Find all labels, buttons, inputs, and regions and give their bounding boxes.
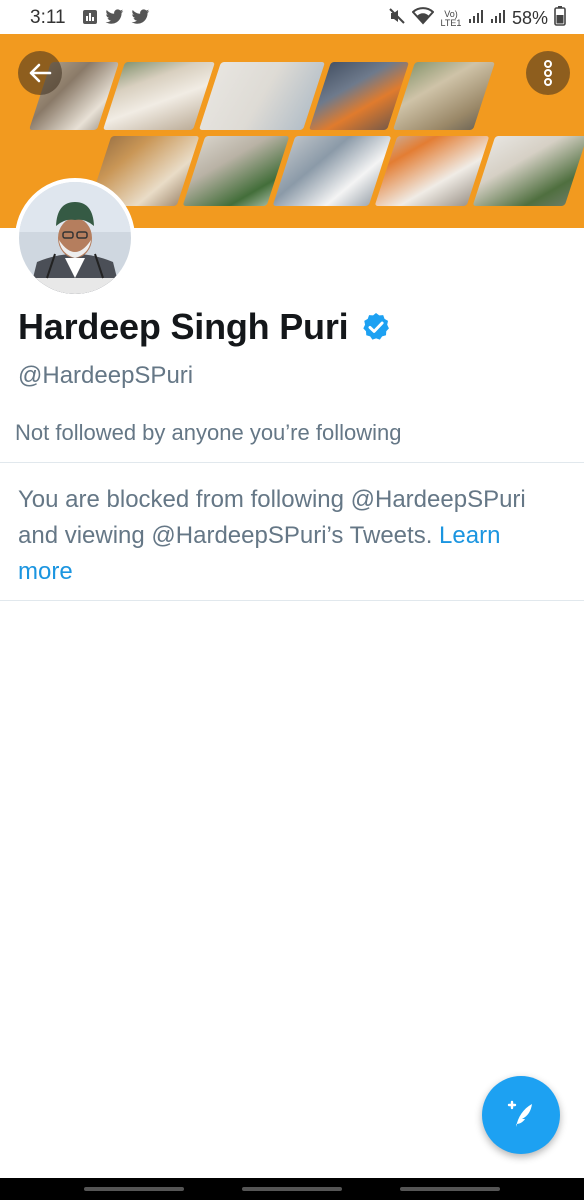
profile-handle: @HardeepSPuri	[18, 362, 194, 389]
status-bar: 3:11 Vo) LTE1 58%	[0, 0, 584, 34]
profile-photo	[19, 182, 131, 294]
followed-by-context: Not followed by anyone you’re following	[15, 420, 402, 445]
volte-icon: Vo) LTE1	[440, 8, 462, 28]
more-vertical-icon	[544, 60, 552, 86]
system-status-icons: Vo) LTE1 58%	[388, 6, 566, 31]
display-name: Hardeep Singh Puri	[18, 306, 349, 347]
twitter-notification-icon	[131, 9, 150, 31]
banner-photo	[102, 62, 216, 130]
banner-photo	[198, 62, 326, 130]
banner-photo	[182, 136, 290, 206]
avatar[interactable]	[15, 178, 135, 298]
nav-recent-apps[interactable]	[84, 1187, 184, 1191]
compose-tweet-button[interactable]	[482, 1076, 560, 1154]
system-navigation-bar	[0, 1178, 584, 1200]
mute-icon	[388, 7, 406, 30]
more-options-button[interactable]	[526, 51, 570, 95]
blocked-notice: You are blocked from following @HardeepS…	[18, 482, 558, 590]
banner-photo	[472, 136, 584, 206]
banner-photo	[392, 62, 496, 130]
divider	[0, 600, 584, 601]
arrow-left-icon	[29, 63, 52, 83]
banner-photo-row	[29, 62, 496, 130]
banner-photo	[374, 136, 490, 206]
nav-home[interactable]	[242, 1187, 342, 1191]
signal-icon	[490, 8, 506, 29]
compose-tweet-icon	[507, 1100, 532, 1127]
banner-photo	[308, 62, 410, 130]
banner-photo-row	[88, 136, 584, 206]
notification-icons	[82, 9, 150, 31]
nav-back[interactable]	[400, 1187, 500, 1191]
twitter-notification-icon	[105, 9, 124, 31]
signal-icon	[468, 8, 484, 29]
banner-photo	[272, 136, 392, 206]
status-time: 3:11	[30, 7, 66, 28]
gallery-notification-icon	[82, 9, 98, 31]
back-button[interactable]	[18, 51, 62, 95]
name-row: Hardeep Singh Puri	[18, 306, 392, 348]
wifi-icon	[411, 7, 435, 30]
battery-icon	[554, 6, 566, 31]
divider	[0, 462, 584, 463]
verified-badge-icon	[363, 313, 390, 340]
battery-percent: 58%	[511, 8, 548, 28]
profile-screen: 3:11 Vo) LTE1 58% Hardeep Singh Puri @Ha…	[0, 0, 584, 1200]
